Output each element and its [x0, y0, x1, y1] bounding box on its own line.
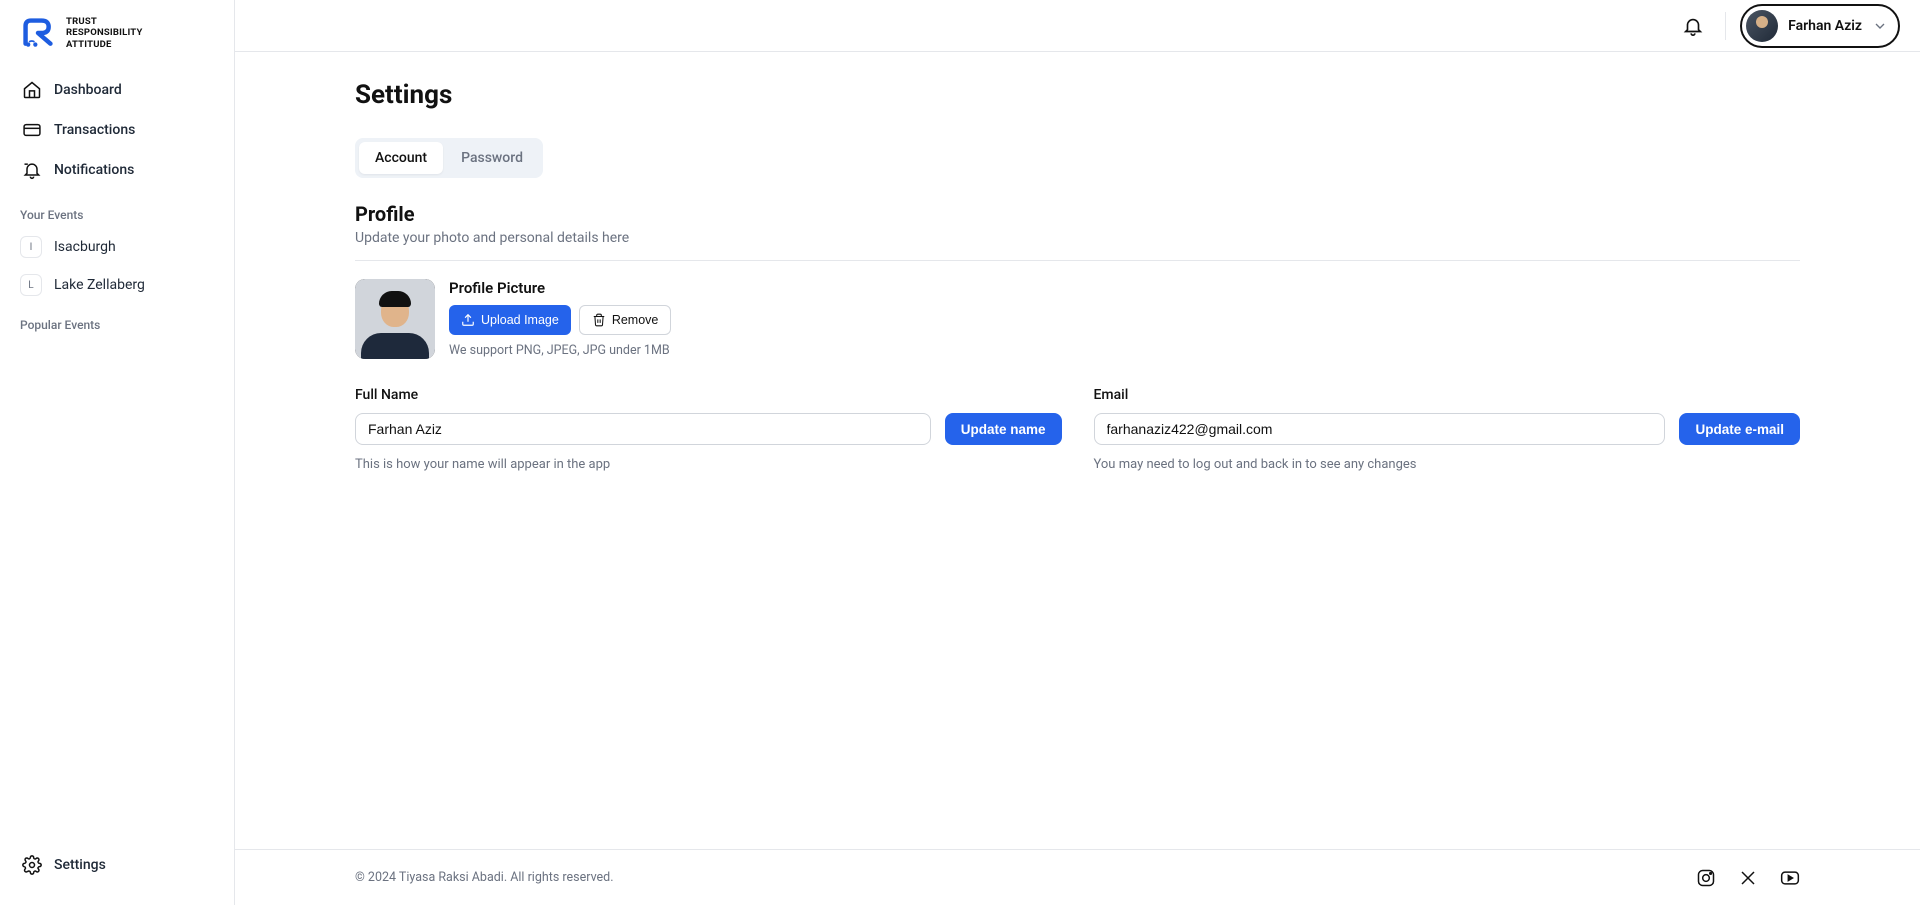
- avatar: [1746, 10, 1778, 42]
- user-name: Farhan Aziz: [1788, 18, 1862, 34]
- event-item[interactable]: L Lake Zellaberg: [0, 266, 234, 304]
- event-badge: I: [20, 236, 42, 258]
- sidebar-item-transactions[interactable]: Transactions: [10, 110, 224, 150]
- update-name-button[interactable]: Update name: [945, 413, 1062, 445]
- logo-icon: [20, 17, 56, 49]
- sidebar-item-settings[interactable]: Settings: [10, 845, 224, 885]
- profile-heading: Profile: [355, 202, 1800, 226]
- trash-icon: [592, 313, 606, 327]
- separator: [355, 260, 1800, 261]
- bell-icon: [22, 160, 42, 180]
- logo-text: TRUST RESPONSIBILITY ATTITUDE: [66, 16, 143, 50]
- divider: [1725, 12, 1726, 40]
- event-name: Isacburgh: [54, 239, 116, 255]
- sidebar-item-dashboard[interactable]: Dashboard: [10, 70, 224, 110]
- event-badge: L: [20, 274, 42, 296]
- chevron-down-icon: [1872, 18, 1888, 34]
- sidebar-item-label: Dashboard: [54, 82, 122, 98]
- user-menu[interactable]: Farhan Aziz: [1740, 4, 1900, 48]
- bell-icon: [1682, 15, 1704, 37]
- email-input[interactable]: [1094, 413, 1666, 445]
- upload-icon: [461, 313, 475, 327]
- popular-events-label: Popular Events: [0, 304, 234, 338]
- upload-hint: We support PNG, JPEG, JPG under 1MB: [449, 343, 671, 358]
- tabs: Account Password: [355, 138, 543, 178]
- update-email-button[interactable]: Update e-mail: [1679, 413, 1800, 445]
- home-icon: [22, 80, 42, 100]
- footer: © 2024 Tiyasa Raksi Abadi. All rights re…: [235, 849, 1920, 905]
- upload-image-button[interactable]: Upload Image: [449, 305, 571, 335]
- topbar: Farhan Aziz: [235, 0, 1920, 52]
- fullname-input[interactable]: [355, 413, 931, 445]
- fullname-hint: This is how your name will appear in the…: [355, 457, 1062, 472]
- page-title: Settings: [355, 80, 1800, 110]
- sidebar-item-label: Settings: [54, 857, 106, 873]
- email-hint: You may need to log out and back in to s…: [1094, 457, 1801, 472]
- gear-icon: [22, 855, 42, 875]
- sidebar-item-label: Transactions: [54, 122, 135, 138]
- notifications-button[interactable]: [1675, 8, 1711, 44]
- sidebar-item-notifications[interactable]: Notifications: [10, 150, 224, 190]
- instagram-icon[interactable]: [1696, 868, 1716, 888]
- logo[interactable]: TRUST RESPONSIBILITY ATTITUDE: [0, 0, 234, 62]
- card-icon: [22, 120, 42, 140]
- your-events-label: Your Events: [0, 194, 234, 228]
- profile-picture: [355, 279, 435, 359]
- profile-picture-label: Profile Picture: [449, 279, 671, 297]
- copyright: © 2024 Tiyasa Raksi Abadi. All rights re…: [355, 870, 614, 885]
- event-item[interactable]: I Isacburgh: [0, 228, 234, 266]
- fullname-label: Full Name: [355, 387, 1062, 403]
- x-icon[interactable]: [1738, 868, 1758, 888]
- youtube-icon[interactable]: [1780, 868, 1800, 888]
- sidebar: TRUST RESPONSIBILITY ATTITUDE Dashboard: [0, 0, 235, 905]
- remove-image-button[interactable]: Remove: [579, 305, 672, 335]
- email-label: Email: [1094, 387, 1801, 403]
- sidebar-item-label: Notifications: [54, 162, 134, 178]
- event-name: Lake Zellaberg: [54, 277, 145, 293]
- tab-password[interactable]: Password: [445, 142, 539, 174]
- profile-subheading: Update your photo and personal details h…: [355, 230, 1800, 246]
- tab-account[interactable]: Account: [359, 142, 443, 174]
